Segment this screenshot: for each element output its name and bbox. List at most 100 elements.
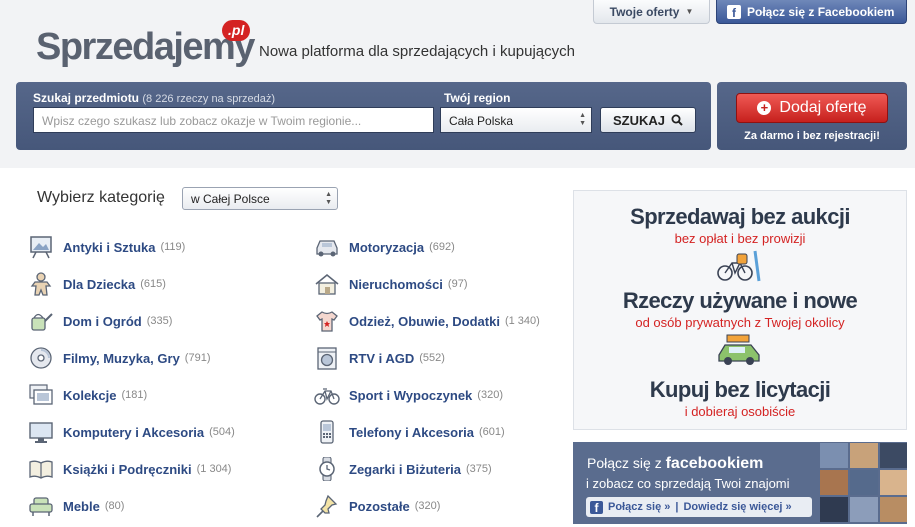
category-item[interactable]: Sport i Wypoczynek (320) bbox=[313, 381, 503, 409]
friend-photo bbox=[879, 496, 907, 523]
watering-can-icon bbox=[27, 308, 55, 334]
your-offers-button[interactable]: Twoje oferty ▼ bbox=[593, 0, 710, 24]
facebook-connect-label: Połącz się z Facebookiem bbox=[747, 4, 895, 19]
category-name: Meble bbox=[63, 498, 100, 514]
facebook-promo-more-link[interactable]: Dowiedz się więcej » bbox=[683, 501, 791, 513]
category-count: (375) bbox=[465, 463, 492, 475]
logo-pl-badge: .pl bbox=[222, 20, 251, 41]
friend-photo bbox=[879, 469, 907, 496]
category-name: Zegarki i Biżuteria bbox=[349, 461, 461, 477]
category-name: Odzież, Obuwie, Dodatki bbox=[349, 313, 500, 329]
promo-heading-1: Sprzedawaj bez aukcji bbox=[630, 204, 850, 229]
category-item[interactable]: Dom i Ogród (335) bbox=[27, 307, 172, 335]
add-offer-subtext: Za darmo i bez rejestracji! bbox=[744, 130, 880, 142]
category-item[interactable]: Pozostałe (320) bbox=[313, 492, 440, 520]
region-label: Twój region bbox=[444, 91, 511, 105]
add-offer-label: Dodaj ofertę bbox=[779, 99, 867, 116]
region-value: Cała Polska bbox=[449, 114, 514, 128]
promo-box: Sprzedawaj bez aukcji bez opłat i bez pr… bbox=[573, 190, 907, 430]
phone-icon bbox=[313, 419, 341, 445]
facebook-connect-button[interactable]: f Połącz się z Facebookiem bbox=[716, 0, 907, 24]
category-item[interactable]: Meble (80) bbox=[27, 492, 124, 520]
friend-photo bbox=[849, 442, 879, 469]
category-item[interactable]: Zegarki i Biżuteria (375) bbox=[313, 455, 492, 483]
category-scope-select[interactable]: w Całej Polsce ▲ ▼ bbox=[182, 187, 338, 210]
friend-photo bbox=[879, 442, 907, 469]
select-arrows-icon: ▲ ▼ bbox=[325, 191, 332, 206]
category-count: (791) bbox=[184, 352, 211, 364]
category-count: (181) bbox=[121, 389, 148, 401]
region-select[interactable]: Cała Polska ▲ ▼ bbox=[440, 107, 592, 133]
washing-machine-icon bbox=[313, 345, 341, 371]
facebook-icon: f bbox=[727, 4, 741, 19]
friends-photo-grid bbox=[819, 442, 907, 524]
search-button[interactable]: SZUKAJ bbox=[600, 107, 696, 133]
search-count-note: (8 226 rzeczy na sprzedaż) bbox=[142, 93, 276, 105]
category-count: (97) bbox=[447, 278, 468, 290]
tagline: Nowa platforma dla sprzedających i kupuj… bbox=[259, 43, 575, 60]
category-count: (1 340) bbox=[504, 315, 540, 327]
category-item[interactable]: Filmy, Muzyka, Gry (791) bbox=[27, 344, 210, 372]
gingerbread-icon bbox=[27, 271, 55, 297]
category-item[interactable]: Motoryzacja (692) bbox=[313, 233, 455, 261]
category-count: (504) bbox=[209, 426, 235, 438]
category-name: Nieruchomości bbox=[349, 276, 443, 292]
facebook-promo-actions: f Połącz się » | Dowiedz się więcej » bbox=[586, 497, 812, 517]
friend-photo bbox=[849, 469, 879, 496]
category-item[interactable]: Kolekcje (181) bbox=[27, 381, 147, 409]
tshirt-icon bbox=[313, 308, 341, 334]
category-title: Wybierz kategorię bbox=[37, 189, 165, 206]
category-item[interactable]: Telefony i Akcesoria (601) bbox=[313, 418, 505, 446]
category-count: (320) bbox=[414, 500, 441, 512]
category-count: (80) bbox=[104, 500, 125, 512]
category-item[interactable]: Nieruchomości (97) bbox=[313, 270, 467, 298]
facebook-promo-line2: i zobacz co sprzedają Twoi znajomi bbox=[586, 476, 790, 491]
category-name: Dom i Ogród bbox=[63, 313, 142, 329]
category-count: (335) bbox=[146, 315, 173, 327]
add-offer-button[interactable]: + Dodaj ofertę bbox=[736, 93, 888, 123]
add-offer-panel: + Dodaj ofertę Za darmo i bez rejestracj… bbox=[717, 82, 907, 150]
house-icon bbox=[313, 271, 341, 297]
category-name: RTV i AGD bbox=[349, 350, 415, 366]
category-name: Sport i Wypoczynek bbox=[349, 387, 473, 403]
armchair-icon bbox=[27, 493, 55, 519]
car-icon bbox=[313, 234, 341, 260]
category-name: Antyki i Sztuka bbox=[63, 239, 156, 255]
category-item[interactable]: RTV i AGD (552) bbox=[313, 344, 445, 372]
pin-icon bbox=[313, 493, 341, 519]
category-item[interactable]: Komputery i Akcesoria (504) bbox=[27, 418, 235, 446]
search-input[interactable]: Wpisz czego szukasz lub zobacz okazje w … bbox=[33, 107, 434, 133]
category-name: Książki i Podręczniki bbox=[63, 461, 192, 477]
plus-icon: + bbox=[757, 101, 772, 115]
promo-subtitle-3: i dobieraj osobiście bbox=[684, 404, 796, 419]
category-name: Telefony i Akcesoria bbox=[349, 424, 474, 440]
book-icon bbox=[27, 456, 55, 482]
friend-photo bbox=[819, 469, 849, 496]
magnifier-icon bbox=[671, 114, 683, 126]
category-item[interactable]: Antyki i Sztuka (119) bbox=[27, 233, 185, 261]
category-name: Motoryzacja bbox=[349, 239, 425, 255]
category-count: (320) bbox=[477, 389, 503, 401]
facebook-promo-brand: facebookiem bbox=[665, 455, 764, 472]
category-count: (552) bbox=[419, 352, 445, 364]
search-label: Szukaj przedmiotu (8 226 rzeczy na sprze… bbox=[33, 91, 275, 105]
category-name: Dla Dziecka bbox=[63, 276, 136, 292]
stamps-icon bbox=[27, 382, 55, 408]
friend-photo bbox=[849, 496, 879, 523]
category-item[interactable]: Książki i Podręczniki (1 304) bbox=[27, 455, 231, 483]
search-panel: Szukaj przedmiotu (8 226 rzeczy na sprze… bbox=[16, 82, 711, 150]
category-count: (601) bbox=[479, 426, 505, 438]
facebook-promo-connect-link[interactable]: Połącz się » bbox=[608, 501, 670, 513]
facebook-icon: f bbox=[590, 500, 603, 514]
category-item[interactable]: Dla Dziecka (615) bbox=[27, 270, 166, 298]
category-name: Filmy, Muzyka, Gry bbox=[63, 350, 180, 366]
category-name: Kolekcje bbox=[63, 387, 117, 403]
facebook-promo-box: Połącz się z facebookiem i zobacz co spr… bbox=[573, 442, 907, 524]
bicycle-icon bbox=[313, 382, 341, 408]
category-scope-value: w Całej Polsce bbox=[191, 192, 270, 206]
select-arrows-icon: ▲ ▼ bbox=[579, 112, 586, 127]
search-button-label: SZUKAJ bbox=[612, 112, 665, 128]
promo-heading-2: Rzeczy używane i nowe bbox=[622, 288, 858, 313]
category-item[interactable]: Odzież, Obuwie, Dodatki (1 340) bbox=[313, 307, 540, 335]
promo-subtitle-2: od osób prywatnych z Twojej okolicy bbox=[635, 315, 845, 330]
